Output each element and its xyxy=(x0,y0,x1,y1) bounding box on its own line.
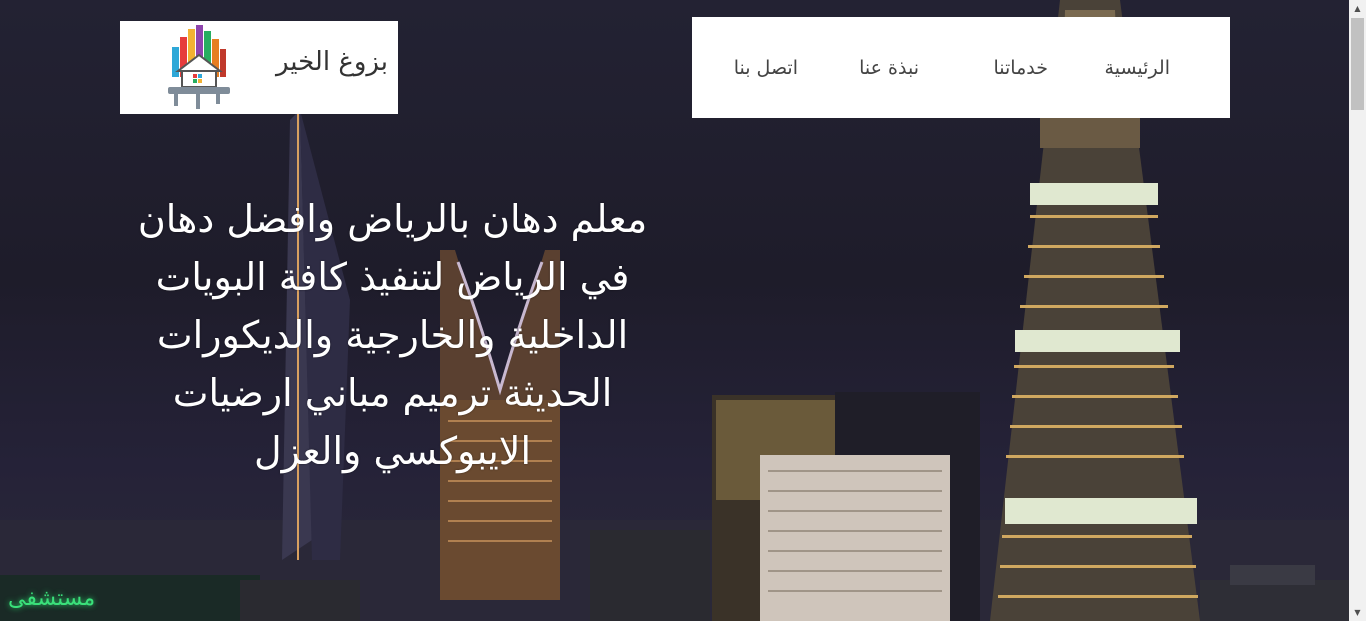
logo-box[interactable]: بزوغ الخير xyxy=(120,21,398,114)
nav-item-services[interactable]: خدماتنا xyxy=(994,57,1049,79)
main-navigation: الرئيسية خدماتنا نبذة عنا اتصل بنا xyxy=(692,17,1230,118)
hero-headline: معلم دهان بالرياض وافضل دهان في الرياض ل… xyxy=(137,197,648,473)
nav-item-contact[interactable]: اتصل بنا xyxy=(734,57,798,79)
hospital-neon-sign: مستشفى xyxy=(8,586,96,611)
paint-roller-house-icon xyxy=(168,25,230,109)
scroll-down-arrow-icon[interactable]: ▼ xyxy=(1349,604,1366,621)
nav-item-about[interactable]: نبذة عنا xyxy=(859,57,919,79)
nav-item-home[interactable]: الرئيسية xyxy=(1105,57,1170,79)
page-scrollbar[interactable]: ▲ ▼ xyxy=(1349,0,1366,621)
scrollbar-thumb[interactable] xyxy=(1351,18,1364,110)
brand-name: بزوغ الخير xyxy=(275,47,388,77)
scroll-up-arrow-icon[interactable]: ▲ xyxy=(1349,0,1366,17)
